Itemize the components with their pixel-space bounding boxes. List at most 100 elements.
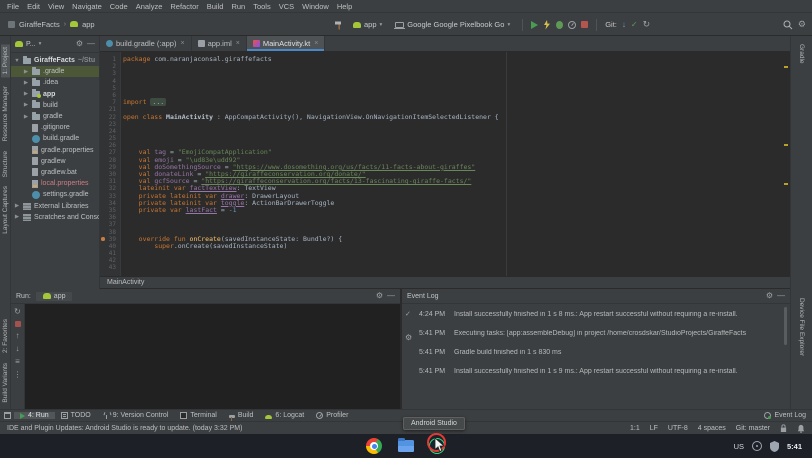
menu-navigate[interactable]: Navigate [68, 2, 106, 11]
device-selector[interactable]: Google Google Pixelbook Go ▾ [391, 17, 514, 33]
tree-item--gitignore[interactable]: .gitignore [11, 122, 99, 133]
editor-tab-mainactivity-kt[interactable]: MainActivity.kt× [247, 36, 325, 51]
stop-button[interactable] [581, 21, 588, 28]
menu-code[interactable]: Code [106, 2, 132, 11]
expand-arrow-icon[interactable]: ▶ [23, 69, 29, 75]
clear-all-icon[interactable]: ✓ [405, 311, 412, 318]
files-taskbar-icon[interactable] [398, 440, 414, 452]
expand-arrow-icon[interactable]: ▶ [14, 214, 20, 220]
breadcrumb-class[interactable]: MainActivity [107, 279, 144, 286]
search-icon[interactable] [783, 20, 793, 30]
chrome-taskbar-icon[interactable] [366, 438, 382, 454]
override-marker-icon[interactable] [101, 237, 105, 241]
status-item-utf-8[interactable]: UTF-8 [668, 425, 688, 432]
shield-icon[interactable] [770, 441, 779, 452]
toolwindow-button-9-version-control[interactable]: 9: Version Control [97, 412, 175, 419]
tree-item-gradlew[interactable]: gradlew [11, 156, 99, 167]
tree-item-giraffefacts[interactable]: ▼GiraffeFacts ~/Stu [11, 55, 99, 66]
toolwindow-button-todo[interactable]: TODO [55, 412, 97, 419]
scrollbar[interactable] [784, 307, 787, 345]
stripe-build-variants[interactable]: Build Variants [2, 363, 9, 403]
git-history-icon[interactable]: ↻ [643, 20, 651, 29]
notifications-bell-icon[interactable] [797, 424, 805, 433]
tree-item-local-properties[interactable]: local.properties [11, 178, 99, 189]
menu-view[interactable]: View [44, 2, 68, 11]
editor-tab-build-gradle-app-[interactable]: build.gradle (:app)× [100, 36, 192, 51]
run-config-selector[interactable]: app ▾ [349, 17, 386, 33]
close-tab-icon[interactable]: × [180, 40, 184, 47]
tree-item-gradlew-bat[interactable]: gradlew.bat [11, 167, 99, 178]
breadcrumb-module[interactable]: app [82, 20, 95, 29]
expand-arrow-icon[interactable]: ▶ [23, 102, 29, 108]
stripe-2-favorites[interactable]: 2: Favorites [2, 319, 9, 353]
status-item-4-spaces[interactable]: 4 spaces [698, 425, 726, 432]
stripe-gradle[interactable]: Gradle [798, 44, 805, 64]
code-editor[interactable]: 1package com.naranjaconsal.giraffefacts2… [100, 52, 790, 276]
settings-gear-icon[interactable]: ⚙ [798, 20, 806, 29]
tree-item--idea[interactable]: ▶.idea [11, 77, 99, 88]
profile-button[interactable] [568, 21, 576, 29]
menu-tools[interactable]: Tools [249, 2, 275, 11]
toolwindow-button-6-logcat[interactable]: 6: Logcat [259, 412, 310, 419]
menu-analyze[interactable]: Analyze [132, 2, 167, 11]
git-commit-icon[interactable]: ✓ [631, 21, 638, 29]
status-message[interactable]: IDE and Plugin Updates: Android Studio i… [7, 425, 242, 432]
menu-file[interactable]: File [3, 2, 23, 11]
tree-item-gradle[interactable]: ▶gradle [11, 111, 99, 122]
stripe-layout-captures[interactable]: Layout Captures [2, 186, 9, 234]
expand-arrow-icon[interactable]: ▼ [14, 58, 20, 64]
status-item-1-1[interactable]: 1:1 [630, 425, 640, 432]
stop-icon[interactable] [15, 321, 21, 327]
tree-item-external-libraries[interactable]: ▶External Libraries [11, 200, 99, 211]
more-options-icon[interactable]: ⋮ [14, 371, 22, 379]
lock-icon[interactable] [780, 424, 787, 433]
debug-button[interactable] [556, 21, 563, 29]
chevron-down-icon[interactable]: ▾ [39, 41, 42, 47]
settings-gear-icon[interactable]: ⚙ [766, 292, 773, 300]
settings-gear-icon[interactable]: ⚙ [76, 40, 83, 48]
menu-build[interactable]: Build [203, 2, 228, 11]
tree-item-build[interactable]: ▶build [11, 100, 99, 111]
tree-item-scratches-and-consoles[interactable]: ▶Scratches and Consoles [11, 212, 99, 223]
status-item-git-master[interactable]: Git: master [736, 425, 770, 432]
toolwindow-button-profiler[interactable]: Profiler [310, 412, 354, 419]
editor-tab-app-iml[interactable]: app.iml× [192, 36, 247, 51]
wrench-icon[interactable]: ⚙ [405, 334, 412, 342]
menu-refactor[interactable]: Refactor [166, 2, 202, 11]
menu-window[interactable]: Window [298, 2, 333, 11]
clock[interactable]: 5:41 [787, 442, 802, 451]
tree-item-build-gradle[interactable]: build.gradle [11, 133, 99, 144]
project-view-selector[interactable]: P... [26, 41, 36, 48]
stripe-1-project[interactable]: 1: Project [1, 44, 10, 77]
tool-window-switcher-icon[interactable] [4, 412, 11, 419]
scroll-up-icon[interactable]: ↑ [16, 332, 20, 340]
close-tab-icon[interactable]: × [236, 40, 240, 47]
tray-status-icon[interactable] [752, 441, 762, 451]
menu-edit[interactable]: Edit [23, 2, 44, 11]
stripe-resource-manager[interactable]: Resource Manager [2, 86, 9, 141]
scroll-down-icon[interactable]: ↓ [16, 345, 20, 353]
menu-vcs[interactable]: VCS [275, 2, 298, 11]
keyboard-layout[interactable]: US [734, 442, 744, 451]
settings-gear-icon[interactable]: ⚙ [376, 292, 383, 300]
hide-panel-icon[interactable]: — [87, 40, 95, 48]
toolwindow-button-terminal[interactable]: Terminal [174, 412, 222, 419]
expand-arrow-icon[interactable]: ▶ [23, 80, 29, 86]
menu-help[interactable]: Help [333, 2, 356, 11]
expand-arrow-icon[interactable]: ▶ [23, 114, 29, 120]
build-hammer-icon[interactable] [334, 20, 344, 30]
git-update-icon[interactable]: ↓ [622, 21, 626, 29]
run-tab-app[interactable]: app [36, 292, 73, 301]
run-console-output[interactable] [25, 304, 400, 409]
tree-item-settings-gradle[interactable]: settings.gradle [11, 189, 99, 200]
tree-item-gradle-properties[interactable]: gradle.properties [11, 145, 99, 156]
tree-item-app[interactable]: ▶app [11, 89, 99, 100]
stripe-device-file-explorer[interactable]: Device File Explorer [798, 298, 805, 356]
stripe-structure[interactable]: Structure [2, 151, 9, 177]
menu-run[interactable]: Run [227, 2, 249, 11]
expand-arrow-icon[interactable]: ▶ [23, 91, 29, 97]
hide-panel-icon[interactable]: — [387, 292, 395, 300]
hide-panel-icon[interactable]: — [777, 292, 785, 300]
toolwindow-button-4-run[interactable]: 4: Run [14, 412, 55, 419]
tree-item--gradle[interactable]: ▶.gradle [11, 66, 99, 77]
